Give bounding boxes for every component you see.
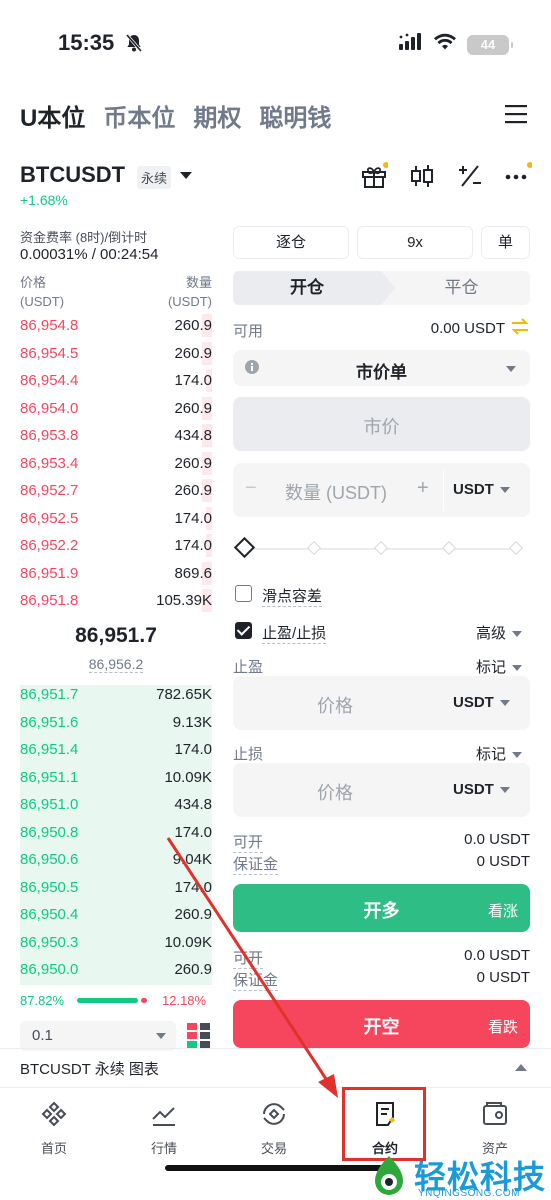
annotation-highlight-box	[342, 1087, 426, 1161]
watermark: 轻松科技 YNQINGSONG.COM	[362, 1152, 551, 1200]
home-indicator[interactable]	[165, 1165, 383, 1171]
annotation-arrow	[166, 837, 338, 1098]
watermark-logo-icon	[366, 1154, 412, 1200]
